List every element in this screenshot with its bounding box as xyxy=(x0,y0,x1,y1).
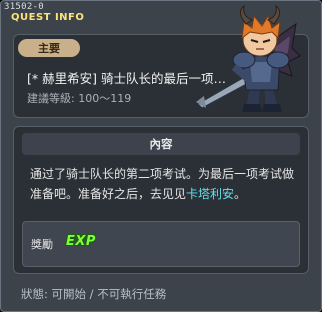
quest-description: 通过了骑士队长的第二项考试。为最后一项考试做准备吧。准备好之后，去见见卡塔利安。 xyxy=(30,164,302,204)
quest-category-badge: 主要 xyxy=(18,39,80,57)
window-title: QUEST INFO xyxy=(11,12,85,23)
description-end: 。 xyxy=(234,187,247,201)
reward-box xyxy=(22,221,300,267)
exp-reward-icon: EXP xyxy=(66,234,96,249)
quest-id: 31502-0 xyxy=(4,2,45,12)
npc-name-link[interactable]: 卡塔利安 xyxy=(186,187,234,201)
quest-status: 狀態: 可開始 / 不可執行任務 xyxy=(21,287,167,301)
quest-recommended-level: 建議等級: 100～119 xyxy=(27,92,132,105)
demon-knight-character-icon xyxy=(196,4,301,112)
description-text: 通过了骑士队长的第二项考试。为最后一项考试做准备吧。准备好之后，去见见 xyxy=(30,167,295,201)
reward-label: 獎勵 xyxy=(31,238,53,251)
content-heading: 內容 xyxy=(22,133,300,155)
